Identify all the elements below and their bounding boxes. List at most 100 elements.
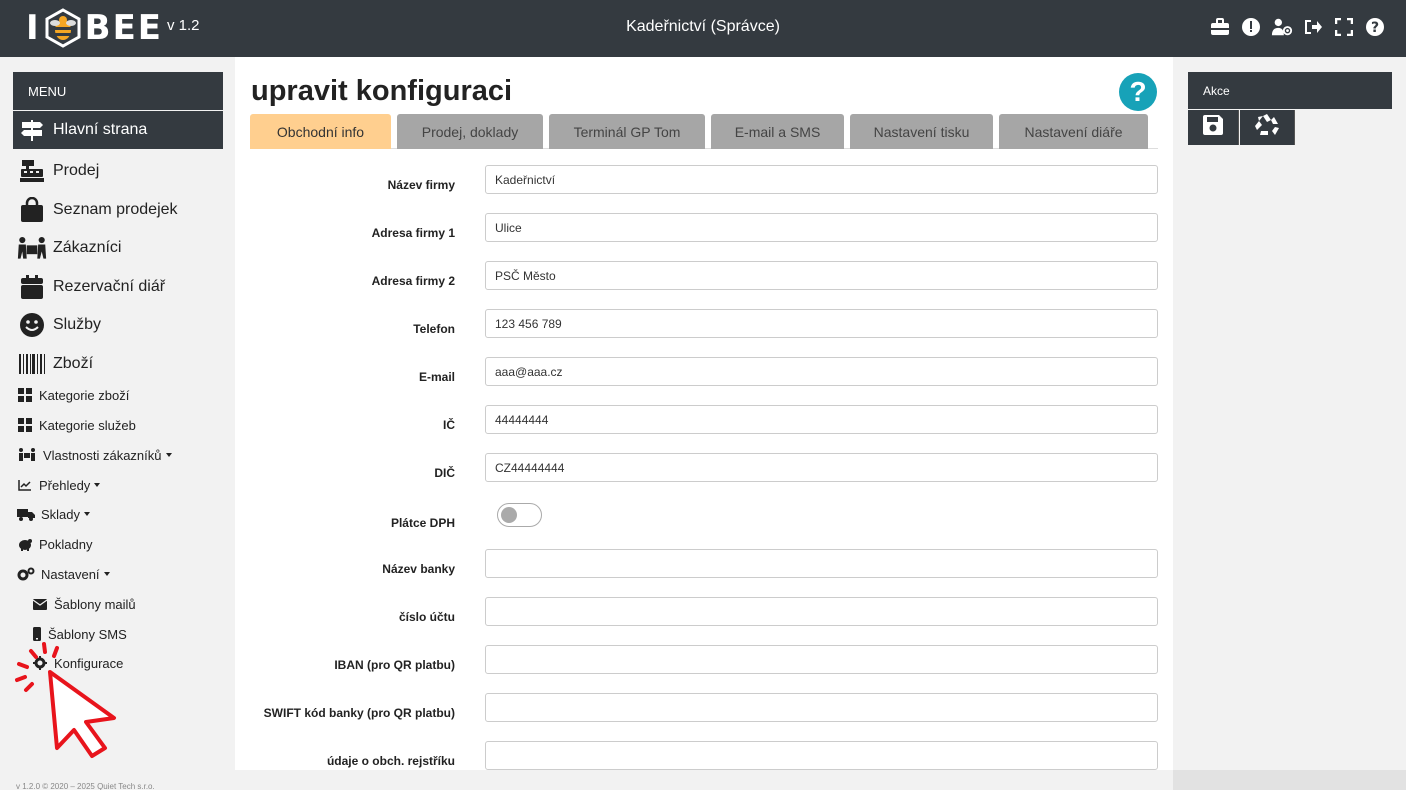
truck-icon — [17, 506, 35, 522]
sidebar-item-zbozi[interactable]: Zboží — [13, 345, 223, 383]
sidebar-item-sablony-sms[interactable]: Šablony SMS — [32, 624, 127, 644]
cog-icon — [32, 655, 48, 671]
grid-icon — [17, 387, 33, 403]
sidebar-item-sluzby[interactable]: Služby — [13, 306, 223, 344]
menu-header: MENU — [13, 72, 223, 110]
vat-payer-toggle[interactable] — [497, 503, 542, 527]
sidebar-item-konfigurace[interactable]: Konfigurace — [32, 653, 123, 673]
bottom-strip — [1173, 770, 1406, 790]
field-row-iban: IBAN (pro QR platbu) — [235, 645, 1173, 675]
sidebar-item-label: Prodej — [53, 162, 100, 179]
ic-input[interactable] — [485, 405, 1158, 434]
sidebar-item-pokladny[interactable]: Pokladny — [17, 534, 92, 554]
people-icon — [17, 447, 37, 463]
sidebar-item-label: Kategorie zboží — [39, 387, 130, 403]
tab-nastaveni-tisku[interactable]: Nastavení tisku — [850, 114, 993, 149]
sidebar: MENU Hlavní strana Prodej Seznam prodeje… — [0, 57, 235, 790]
field-label: Telefon — [413, 322, 455, 336]
bank-name-input[interactable] — [485, 549, 1158, 578]
cash-register-icon — [17, 156, 47, 186]
user-settings-icon[interactable] — [1271, 16, 1293, 38]
iban-input[interactable] — [485, 645, 1158, 674]
tab-nastaveni-diare[interactable]: Nastavení diáře — [999, 114, 1148, 149]
sidebar-item-label: Šablony SMS — [48, 626, 127, 642]
field-label: E-mail — [418, 370, 455, 384]
sidebar-item-label: Seznam prodejek — [53, 201, 178, 218]
alert-icon[interactable] — [1240, 16, 1262, 38]
field-row-telefon: Telefon — [235, 309, 1173, 339]
sidebar-item-label: Rezervační diář — [53, 278, 166, 295]
trade-register-input[interactable] — [485, 741, 1158, 770]
tab-obchodni-info[interactable]: Obchodní info — [250, 114, 391, 149]
cogs-icon — [17, 566, 35, 582]
main-content: upravit konfiguraci ? Obchodní info Prod… — [235, 57, 1173, 770]
chevron-down-icon — [94, 483, 101, 487]
sidebar-item-prehledy[interactable]: Přehledy — [17, 475, 101, 495]
sidebar-item-label: Vlastnosti zákazníků — [43, 447, 162, 463]
address-1-input[interactable] — [485, 213, 1158, 242]
tab-email-sms[interactable]: E-mail a SMS — [711, 114, 844, 149]
sidebar-item-kategorie-zbozi[interactable]: Kategorie zboží — [17, 385, 129, 405]
sidebar-item-label: Přehledy — [39, 477, 91, 493]
field-row-nazev-banky: Název banky — [235, 549, 1173, 579]
reset-button[interactable] — [1240, 110, 1295, 145]
sidebar-item-label: Pokladny — [39, 536, 93, 552]
fullscreen-icon[interactable] — [1333, 16, 1355, 38]
dic-input[interactable] — [485, 453, 1158, 482]
sidebar-item-kategorie-sluzeb[interactable]: Kategorie služeb — [17, 415, 136, 435]
sidebar-item-label: Zákazníci — [53, 239, 122, 256]
account-number-input[interactable] — [485, 597, 1158, 626]
sidebar-item-label: Sklady — [41, 506, 81, 522]
chart-line-icon — [17, 477, 33, 493]
actions-panel: Akce — [1173, 57, 1406, 770]
field-label: IBAN (pro QR platbu) — [334, 658, 455, 672]
chevron-down-icon — [103, 572, 110, 576]
sidebar-item-vlastnosti-zakazniku[interactable]: Vlastnosti zákazníků — [17, 445, 172, 465]
logo-text-i: I — [26, 8, 41, 48]
field-label: údaje o obch. rejstříku — [326, 754, 455, 768]
top-icon-bar: ? — [1209, 16, 1386, 38]
briefcase-icon[interactable] — [1209, 16, 1231, 38]
address-2-input[interactable] — [485, 261, 1158, 290]
sidebar-item-sklady[interactable]: Sklady — [17, 504, 91, 524]
email-input[interactable] — [485, 357, 1158, 386]
logo[interactable]: I BEE — [26, 6, 163, 50]
sidebar-item-label: Nastavení — [41, 566, 100, 582]
sidebar-item-hlavni-strana[interactable]: Hlavní strana — [13, 111, 223, 149]
field-row-email: E-mail — [235, 357, 1173, 387]
sidebar-item-rezervacni-diar[interactable]: Rezervační diář — [13, 268, 223, 306]
sidebar-item-sablony-mailu[interactable]: Šablony mailů — [32, 594, 136, 614]
save-button[interactable] — [1188, 110, 1239, 145]
field-label: DIČ — [434, 466, 455, 480]
sidebar-item-zakaznici[interactable]: Zákazníci — [13, 229, 223, 267]
sidebar-item-label: Kategorie služeb — [39, 417, 136, 433]
mobile-icon — [32, 626, 42, 642]
sidebar-item-nastaveni[interactable]: Nastavení — [17, 564, 110, 584]
field-row-adresa-1: Adresa firmy 1 — [235, 213, 1173, 243]
field-label: Adresa firmy 1 — [371, 226, 455, 240]
smile-icon — [17, 310, 47, 340]
field-row-ic: IČ — [235, 405, 1173, 435]
top-bar: I BEE v 1.2 Kadeřnictví (Správce) ? — [0, 0, 1406, 57]
page-title: upravit konfiguraci — [251, 75, 513, 107]
phone-input[interactable] — [485, 309, 1158, 338]
sidebar-item-prodej[interactable]: Prodej — [13, 152, 223, 190]
chevron-down-icon — [165, 453, 172, 457]
help-icon[interactable]: ? — [1364, 16, 1386, 38]
field-row-platce-dph: Plátce DPH — [235, 503, 1173, 533]
help-button[interactable]: ? — [1119, 73, 1157, 111]
app-version: v 1.2 — [167, 17, 200, 34]
tab-terminal-gp-tom[interactable]: Terminál GP Tom — [549, 114, 705, 149]
sidebar-item-seznam-prodejek[interactable]: Seznam prodejek — [13, 191, 223, 229]
calendar-icon — [17, 272, 47, 302]
company-name-input[interactable] — [485, 165, 1158, 194]
people-carry-icon — [17, 233, 47, 263]
logo-text-bee: BEE — [84, 8, 164, 48]
field-row-cislo-uctu: číslo účtu — [235, 597, 1173, 627]
logout-icon[interactable] — [1302, 16, 1324, 38]
swift-input[interactable] — [485, 693, 1158, 722]
tab-prodej-doklady[interactable]: Prodej, doklady — [397, 114, 543, 149]
actions-header: Akce — [1188, 72, 1392, 109]
bee-logo-icon — [45, 8, 81, 48]
field-label: Název banky — [382, 562, 455, 576]
